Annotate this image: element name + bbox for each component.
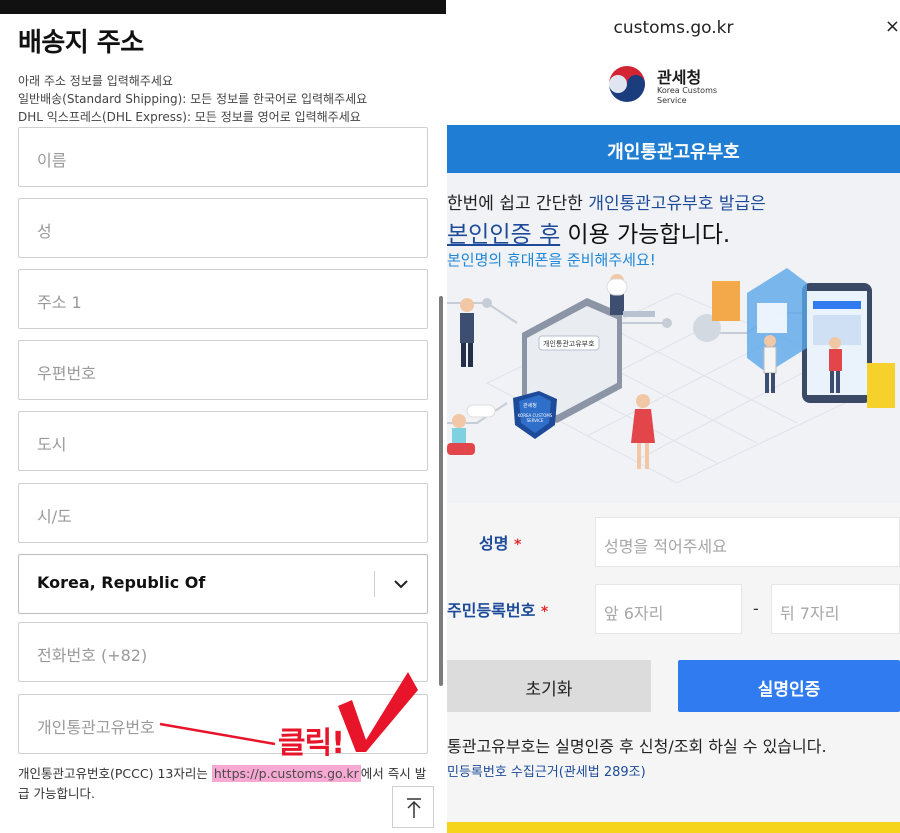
province-placeholder: 시/도 [37, 507, 72, 526]
hero-line-1a: 한번에 쉽고 간단한 [447, 194, 589, 214]
shipping-address-panel: 배송지 주소 아래 주소 정보를 입력해주세요 일반배송(Standard Sh… [0, 0, 447, 833]
verify-button[interactable]: 실명인증 [678, 660, 900, 712]
rrn-label-text: 주민등록번호 [447, 601, 536, 620]
rrn-label: 주민등록번호 * [447, 597, 548, 621]
address-instructions: 아래 주소 정보를 입력해주세요 일반배송(Standard Shipping)… [18, 72, 367, 126]
rrn-front-input[interactable]: 앞 6자리 [595, 584, 742, 634]
customs-logo: 관세청 Korea Customs Service [607, 62, 727, 108]
address1-placeholder: 주소 1 [37, 293, 82, 312]
name-placeholder: 성명을 적어주세요 [604, 537, 727, 556]
pccc-placeholder: 개인통관고유번호 [37, 718, 155, 737]
instruction-line: DHL 익스프레스(DHL Express): 모든 정보를 영어로 입력해주세… [18, 110, 361, 124]
brand-name: 관세청 [657, 68, 702, 87]
rrn-back-input[interactable]: 뒤 7자리 [771, 584, 900, 634]
hero-line-1b: 개인통관고유부호 발급은 [588, 194, 766, 214]
required-mark: * [514, 537, 522, 553]
page-title-band: 개인통관고유부호 [447, 125, 900, 173]
name-label: 성명 * [479, 530, 521, 554]
first-name-placeholder: 이름 [37, 151, 67, 170]
address1-field[interactable]: 주소 1 [18, 269, 428, 329]
scroll-to-top-button[interactable] [392, 786, 434, 828]
card-label: 개인통관고유부호 [543, 340, 595, 348]
brand-subtitle: Service [657, 96, 687, 105]
reset-button[interactable]: 초기화 [447, 660, 651, 712]
hero-banner: 한번에 쉽고 간단한 개인통관고유부호 발급은 본인인증 후 이용 가능합니다.… [447, 173, 900, 503]
hero-line-2: 본인인증 후 이용 가능합니다. [447, 215, 730, 249]
customs-link[interactable]: https://p.customs.go.kr [211, 765, 361, 782]
postal-code-field[interactable]: 우편번호 [18, 340, 428, 400]
instruction-line: 일반배송(Standard Shipping): 모든 정보를 한국어로 입력해… [18, 92, 368, 106]
brand-subtitle: Korea Customs [657, 86, 718, 95]
phone-placeholder: 전화번호 (+82) [37, 646, 148, 665]
city-field[interactable]: 도시 [18, 411, 428, 471]
verify-label: 실명인증 [757, 680, 821, 700]
hero-line-2b: 이용 가능합니다. [560, 222, 731, 248]
country-select[interactable]: Korea, Republic Of [18, 554, 428, 614]
required-mark: * [540, 604, 549, 620]
taegeuk-logo-icon [609, 66, 645, 102]
url-text[interactable]: customs.go.kr [447, 18, 900, 38]
close-icon[interactable]: × [885, 16, 900, 37]
badge-bottom-text: KOREA CUSTOMS SERVICE [517, 413, 553, 423]
pccc-note-prefix: 개인통관고유번호(PCCC) 13자리는 [18, 766, 212, 781]
name-input[interactable]: 성명을 적어주세요 [595, 517, 900, 567]
arrow-up-icon [407, 798, 421, 818]
info-text: 통관고유부호는 실명인증 후 신청/조회 하실 수 있습니다. [447, 737, 827, 756]
last-name-placeholder: 성 [37, 222, 52, 241]
postal-code-placeholder: 우편번호 [37, 364, 96, 383]
chevron-down-icon [394, 580, 408, 589]
rrn-dash: - [753, 599, 759, 618]
phone-field[interactable]: 전화번호 (+82) [18, 622, 428, 682]
first-name-field[interactable]: 이름 [18, 127, 428, 187]
page-title: 개인통관고유부호 [607, 142, 740, 163]
instruction-line: 아래 주소 정보를 입력해주세요 [18, 74, 173, 88]
pccc-note: 개인통관고유번호(PCCC) 13자리는 https://p.customs.g… [18, 764, 428, 804]
province-field[interactable]: 시/도 [18, 483, 428, 543]
country-value: Korea, Republic Of [37, 573, 206, 592]
legal-basis-link[interactable]: 민등록번호 수집근거(관세법 289조) [447, 761, 646, 780]
hero-line-1: 한번에 쉽고 간단한 개인통관고유부호 발급은 [447, 189, 766, 214]
city-placeholder: 도시 [37, 435, 67, 454]
status-bar [0, 0, 447, 14]
scrollbar[interactable] [439, 296, 443, 686]
rrn-front-placeholder: 앞 6자리 [604, 604, 664, 623]
badge-top-text: 관세청 [523, 403, 537, 409]
footer-strip [447, 822, 900, 833]
name-label-text: 성명 [479, 534, 509, 553]
select-divider [374, 571, 375, 597]
browser-url-bar: customs.go.kr × [447, 0, 900, 54]
click-annotation: 클릭! [278, 726, 345, 761]
hero-line-2a: 본인인증 후 [447, 222, 561, 248]
last-name-field[interactable]: 성 [18, 198, 428, 258]
reset-label: 초기화 [525, 680, 573, 700]
pccc-field[interactable]: 개인통관고유번호 [18, 694, 428, 754]
hero-line-3: 본인명의 휴대폰을 준비해주세요! [447, 251, 656, 269]
customs-site-panel: customs.go.kr × 관세청 Korea Customs Servic… [447, 0, 900, 833]
rrn-back-placeholder: 뒤 7자리 [780, 604, 840, 623]
page-title: 배송지 주소 [18, 28, 144, 58]
